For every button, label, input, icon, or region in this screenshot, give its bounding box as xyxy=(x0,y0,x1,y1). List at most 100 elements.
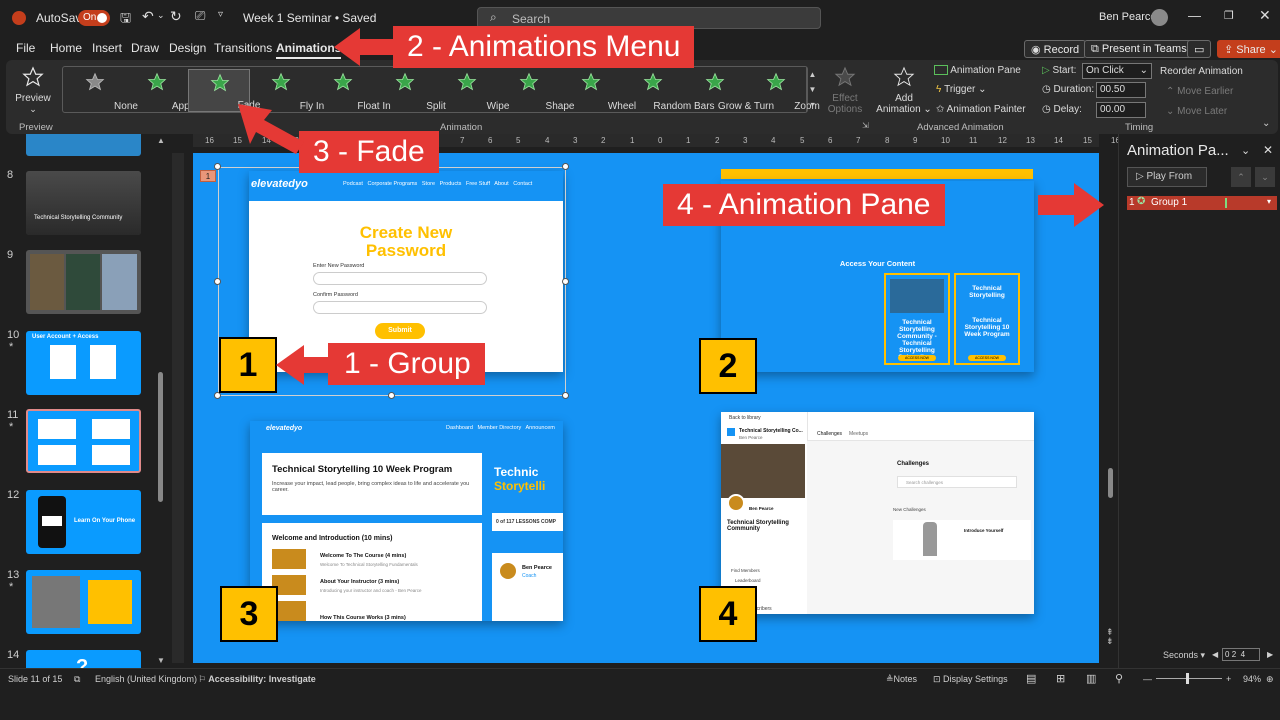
thumbnail-scrollbar[interactable] xyxy=(158,372,163,502)
slideshow-icon[interactable]: ⚲ xyxy=(1115,672,1123,685)
present-in-teams-button[interactable]: ⧉ Present in Teams xyxy=(1084,40,1194,58)
timeline-left-icon[interactable]: ◀ xyxy=(1212,650,1218,659)
resize-handle[interactable] xyxy=(214,392,221,399)
slide-thumbnail-7[interactable] xyxy=(26,134,141,156)
timeline-right-icon[interactable]: ▶ xyxy=(1267,650,1273,659)
share-button[interactable]: ⇪ Share ⌄ xyxy=(1217,40,1280,58)
fit-slide-icon[interactable]: ⊕ xyxy=(1266,674,1274,685)
back-link: Back to library xyxy=(729,415,761,421)
autosave-toggle[interactable]: On xyxy=(78,10,110,26)
move-earlier-button[interactable]: ⌃ Move Earlier xyxy=(1166,86,1233,97)
slide-thumbnail-13[interactable] xyxy=(26,570,141,634)
animation-zoom[interactable]: Zoom xyxy=(745,69,820,112)
prev-next-slide-icon[interactable]: ⇞ ⇟ xyxy=(1106,628,1114,646)
resize-handle[interactable] xyxy=(388,392,395,399)
duration-input[interactable]: 00.50 xyxy=(1096,82,1146,98)
reading-view-icon[interactable]: ▥ xyxy=(1086,672,1096,685)
display-settings-button[interactable]: ⊡ Display Settings xyxy=(933,674,1008,685)
resize-handle[interactable] xyxy=(214,278,221,285)
resize-handle[interactable] xyxy=(214,163,221,170)
callout-animation-pane: 4 - Animation Pane xyxy=(663,184,945,226)
slide-thumbnail-14[interactable]: ? xyxy=(26,650,141,668)
seconds-dropdown[interactable]: Seconds ▾ xyxy=(1163,650,1205,661)
notes-button[interactable]: ≜Notes xyxy=(886,674,917,685)
zoom-slider[interactable] xyxy=(1156,673,1222,684)
add-animation-button[interactable]: Add Animation ⌄ xyxy=(876,64,932,116)
normal-view-icon[interactable]: ▤ xyxy=(1026,672,1036,685)
delay-input[interactable]: 00.00 xyxy=(1096,102,1146,118)
delay-clock-icon: ◷ xyxy=(1042,104,1051,115)
start-select[interactable]: On Click ⌄ xyxy=(1082,63,1152,79)
comments-button[interactable]: ▭ xyxy=(1187,40,1211,58)
minimize-icon[interactable]: — xyxy=(1188,8,1201,23)
editor-scrollbar[interactable] xyxy=(1108,468,1113,498)
close-icon[interactable]: ✕ xyxy=(1259,7,1271,24)
scroll-down-icon[interactable]: ▼ xyxy=(157,656,165,665)
resize-handle[interactable] xyxy=(562,278,569,285)
slide-thumbnail-11-selected[interactable] xyxy=(26,409,141,473)
animation-shape[interactable]: Shape xyxy=(498,69,574,112)
animation-wheel[interactable]: Wheel xyxy=(560,69,636,112)
menu-home[interactable]: Home xyxy=(50,41,82,55)
restore-icon[interactable]: ❐ xyxy=(1224,9,1234,22)
animation-random-bars[interactable]: Random Bars xyxy=(622,69,715,112)
number-label-2: 2 xyxy=(699,338,757,394)
collapse-ribbon-icon[interactable]: ⌄ xyxy=(1262,118,1270,129)
redo-icon[interactable]: ↻ xyxy=(170,8,182,25)
screenshot-program-dashboard[interactable]: elevatedyo Dashboard Member Directory An… xyxy=(250,421,563,621)
language-status[interactable]: English (United Kingdom) xyxy=(95,674,197,684)
resize-handle[interactable] xyxy=(562,163,569,170)
dialog-launcher-icon[interactable]: ⇲ xyxy=(862,121,869,130)
screenshot-community[interactable]: Back to library Technical Storytelling C… xyxy=(721,412,1034,614)
slide-thumbnail-9[interactable] xyxy=(26,250,141,314)
animation-split[interactable]: Split xyxy=(374,69,446,112)
record-button[interactable]: ◉ Record xyxy=(1024,40,1087,58)
slide-sorter-icon[interactable]: ⊞ xyxy=(1056,672,1065,685)
play-from-button[interactable]: ▷ Play From xyxy=(1127,167,1207,187)
pane-close-icon[interactable]: ✕ xyxy=(1263,143,1273,157)
pane-options-icon[interactable]: ⌄ xyxy=(1241,144,1250,157)
bottom-bar xyxy=(0,688,1280,720)
chevron-down-icon[interactable]: ⌄ xyxy=(157,10,165,21)
undo-icon[interactable]: ↶ xyxy=(142,8,154,25)
present-icon[interactable]: ⎚ xyxy=(195,8,205,24)
avatar[interactable] xyxy=(1151,9,1168,26)
menu-insert[interactable]: Insert xyxy=(92,41,122,55)
animation-order-tag[interactable]: 1 xyxy=(200,170,216,182)
scroll-up-icon[interactable]: ▲ xyxy=(157,136,165,145)
zoom-out-icon[interactable]: — xyxy=(1143,674,1152,684)
animation-appear[interactable]: Appear xyxy=(126,69,204,112)
effect-options-button[interactable]: Effect Options xyxy=(822,64,868,116)
ruler-tick-label: 14 xyxy=(1054,136,1063,145)
animation-wipe[interactable]: Wipe xyxy=(436,69,509,112)
animation-none[interactable]: None xyxy=(64,69,138,112)
community-photo xyxy=(721,444,805,498)
gallery-scroll[interactable]: ▲ ▼ ▾ xyxy=(806,67,818,112)
spelling-icon[interactable]: ⧉ xyxy=(74,674,80,685)
animation-float-in[interactable]: Float In xyxy=(312,69,391,112)
animation-grow-turn[interactable]: Grow & Turn xyxy=(684,69,774,112)
resize-handle[interactable] xyxy=(562,392,569,399)
trigger-button[interactable]: ϟ Trigger ⌄ xyxy=(936,84,987,95)
slide-thumbnail-12[interactable]: Learn On Your Phone xyxy=(26,490,141,554)
menu-design[interactable]: Design xyxy=(169,41,206,55)
move-later-button[interactable]: ⌄ Move Later xyxy=(1166,106,1227,117)
customize-toolbar-icon[interactable]: ▿ xyxy=(218,9,223,20)
menu-animations[interactable]: Animations xyxy=(276,41,342,59)
animation-painter-button[interactable]: ✩ Animation Painter xyxy=(936,104,1026,115)
zoom-level[interactable]: 94% xyxy=(1243,674,1261,684)
zoom-in-icon[interactable]: + xyxy=(1226,674,1231,684)
menu-transitions[interactable]: Transitions xyxy=(214,41,272,55)
animation-item-group-1[interactable]: 1 ✪ Group 1 ▾ xyxy=(1127,196,1277,210)
save-icon[interactable]: 🖫 xyxy=(120,9,131,31)
animation-pane-button[interactable]: Animation Pane xyxy=(934,65,1021,76)
menu-draw[interactable]: Draw xyxy=(131,41,159,55)
accessibility-status[interactable]: ⚐ Accessibility: Investigate xyxy=(198,674,316,685)
slide-thumbnail-8[interactable]: Technical Storytelling Community xyxy=(26,171,141,235)
move-up-button[interactable]: ⌃ xyxy=(1231,167,1251,187)
item-dropdown-icon[interactable]: ▾ xyxy=(1267,197,1271,206)
preview-button[interactable]: Preview ⌄ xyxy=(12,64,54,116)
move-down-button[interactable]: ⌄ xyxy=(1255,167,1275,187)
slide-thumbnail-10[interactable]: User Account + Access xyxy=(26,331,141,395)
menu-file[interactable]: File xyxy=(16,41,35,55)
